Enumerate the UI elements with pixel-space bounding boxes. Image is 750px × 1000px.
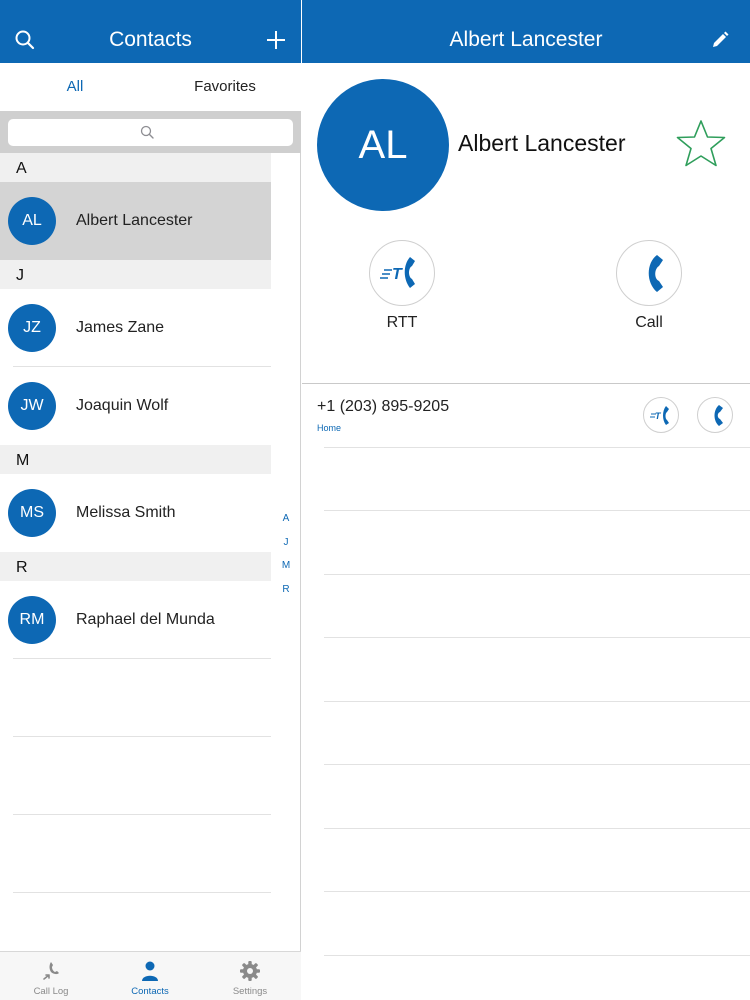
- section-header: A: [0, 153, 271, 182]
- contact-row[interactable]: JW Joaquin Wolf: [0, 367, 271, 445]
- section-index: A J M R: [276, 508, 296, 602]
- contact-row[interactable]: AL Albert Lancester: [0, 182, 271, 260]
- phone-type-label: Home: [317, 423, 342, 433]
- row-divider: [324, 828, 750, 829]
- rtt-button[interactable]: T RTT: [369, 240, 435, 332]
- tab-label: Call Log: [33, 986, 69, 997]
- contact-name: Raphael del Munda: [76, 611, 215, 628]
- row-divider: [13, 892, 271, 893]
- contact-avatar: JW: [8, 382, 56, 430]
- tab-label: Settings: [232, 986, 268, 997]
- phone-call-button[interactable]: [697, 397, 733, 433]
- tab-favorites[interactable]: Favorites: [150, 63, 300, 111]
- rtt-button-circle: T: [369, 240, 435, 306]
- tab-label: Contacts: [131, 986, 169, 997]
- section-divider: [302, 383, 750, 384]
- contact-name: Melissa Smith: [76, 504, 176, 521]
- add-contact-icon[interactable]: [264, 28, 288, 52]
- tab-all[interactable]: All: [0, 63, 150, 111]
- tab-settings[interactable]: Settings: [200, 952, 300, 1000]
- call-button[interactable]: Call: [616, 240, 682, 332]
- contact-row[interactable]: RM Raphael del Munda: [0, 581, 271, 659]
- contacts-title: Contacts: [109, 28, 192, 51]
- row-divider: [324, 447, 750, 448]
- empty-row: [0, 815, 271, 893]
- empty-row: [0, 659, 271, 737]
- contact-name: Joaquin Wolf: [76, 397, 169, 414]
- phone-number[interactable]: +1 (203) 895-9205: [317, 398, 449, 416]
- svg-text:T: T: [655, 411, 662, 421]
- empty-row: [0, 737, 271, 815]
- row-divider: [324, 891, 750, 892]
- row-divider: [324, 701, 750, 702]
- call-button-circle: [616, 240, 682, 306]
- row-divider: [324, 510, 750, 511]
- row-divider: [324, 764, 750, 765]
- person-icon: [142, 961, 158, 981]
- contact-avatar-large: AL: [317, 79, 449, 211]
- call-log-icon: [43, 962, 59, 980]
- call-label: Call: [635, 314, 663, 331]
- contact-avatar: MS: [8, 489, 56, 537]
- edit-pencil-icon[interactable]: [710, 30, 730, 50]
- index-letter[interactable]: A: [276, 508, 296, 532]
- row-divider: [324, 637, 750, 638]
- tab-contacts[interactable]: Contacts: [100, 952, 200, 1000]
- index-letter[interactable]: R: [276, 579, 296, 603]
- favorite-star-icon[interactable]: [674, 118, 728, 172]
- detail-title: Albert Lancester: [449, 28, 603, 51]
- tab-call-log[interactable]: Call Log: [1, 952, 101, 1000]
- section-header: R: [0, 552, 271, 581]
- contact-row[interactable]: MS Melissa Smith: [0, 474, 271, 552]
- contacts-filter-tabs: All Favorites: [0, 63, 301, 111]
- contact-avatar: AL: [8, 197, 56, 245]
- rtt-icon: T: [650, 406, 669, 425]
- contact-name-large: Albert Lancester: [458, 130, 626, 156]
- phone-icon: [648, 255, 663, 292]
- contacts-pane: Contacts All Favorites A AL Albert Lance: [0, 0, 301, 1000]
- rtt-label: RTT: [386, 314, 418, 331]
- svg-text:T: T: [392, 266, 403, 283]
- phone-rtt-button[interactable]: T: [643, 397, 679, 433]
- index-letter[interactable]: M: [276, 555, 296, 579]
- contact-row[interactable]: JZ James Zane: [0, 289, 271, 367]
- index-letter[interactable]: J: [276, 532, 296, 556]
- search-input[interactable]: [8, 119, 293, 146]
- phone-icon: [714, 405, 723, 426]
- section-header: J: [0, 260, 271, 289]
- contact-list: A AL Albert Lancester J JZ James Zane JW…: [0, 153, 271, 893]
- detail-header: Albert Lancester: [302, 0, 750, 63]
- contact-avatar: JZ: [8, 304, 56, 352]
- app: Contacts All Favorites A AL Albert Lance: [0, 0, 750, 1000]
- section-header: M: [0, 445, 271, 474]
- search-field-icon: [140, 125, 154, 139]
- rtt-icon: T: [380, 257, 415, 288]
- contacts-header: Contacts: [0, 0, 301, 63]
- gear-icon: [240, 961, 260, 981]
- contact-avatar: RM: [8, 596, 56, 644]
- tab-bar: Call Log Contacts Settings: [0, 951, 301, 1000]
- search-bar: [0, 111, 301, 153]
- contact-name: James Zane: [76, 319, 165, 336]
- row-divider: [324, 955, 750, 956]
- contact-name: Albert Lancester: [76, 212, 193, 229]
- row-divider: [324, 574, 750, 575]
- contact-detail-pane: Albert Lancester AL Albert Lancester T R…: [302, 0, 750, 1000]
